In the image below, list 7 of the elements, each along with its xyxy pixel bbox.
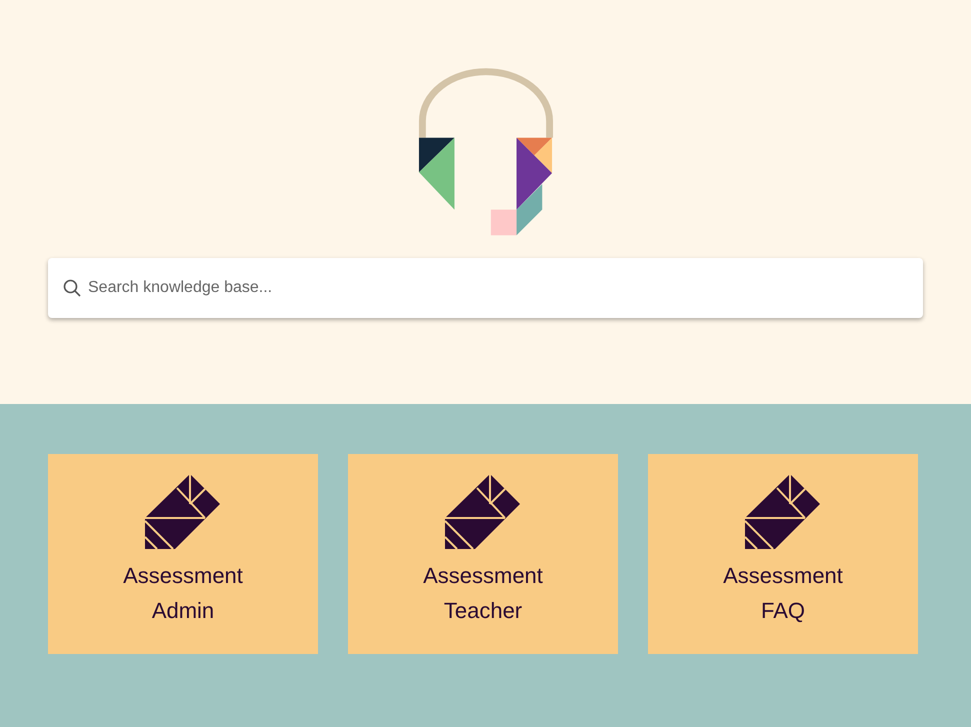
search-field[interactable]: Search knowledge base...: [48, 258, 923, 318]
category-tile[interactable]: Assessment FAQ: [648, 454, 918, 654]
category-tile[interactable]: Assessment Admin: [48, 454, 318, 654]
pencil-icon: [445, 474, 521, 550]
category-tile[interactable]: Assessment Teacher: [348, 454, 618, 654]
pencil-icon: [745, 474, 821, 550]
pencil-icon: [145, 474, 221, 550]
